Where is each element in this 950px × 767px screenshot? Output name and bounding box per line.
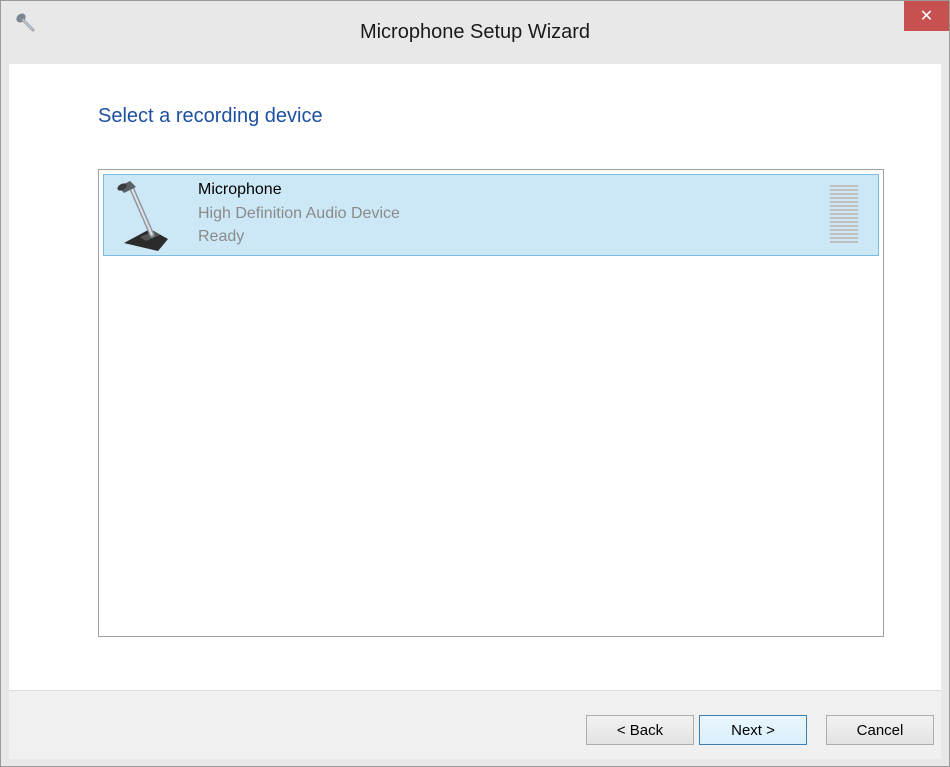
level-segment: [830, 237, 858, 239]
next-button[interactable]: Next >: [699, 715, 807, 745]
level-segment: [830, 189, 858, 191]
title-bar: Microphone Setup Wizard ✕: [1, 1, 949, 64]
level-segment: [830, 185, 858, 187]
wizard-window: Microphone Setup Wizard ✕ Select a recor…: [0, 0, 950, 767]
device-list-item[interactable]: Microphone High Definition Audio Device …: [103, 174, 879, 256]
back-button[interactable]: < Back: [586, 715, 694, 745]
close-button[interactable]: ✕: [904, 1, 949, 31]
level-segment: [830, 233, 858, 235]
cancel-button[interactable]: Cancel: [826, 715, 934, 745]
close-icon: ✕: [919, 8, 934, 25]
window-title: Microphone Setup Wizard: [359, 21, 591, 43]
level-segment: [830, 241, 858, 243]
level-segment: [830, 225, 858, 227]
level-segment: [830, 229, 858, 231]
level-segment: [830, 201, 858, 203]
desk-microphone-icon: [117, 181, 168, 251]
level-segment: [830, 217, 858, 219]
device-description: High Definition Audio Device: [198, 205, 400, 222]
page-heading: Select a recording device: [98, 105, 323, 127]
level-segment: [830, 209, 858, 211]
level-segment: [830, 213, 858, 215]
device-name: Microphone: [198, 181, 282, 198]
device-list[interactable]: Microphone High Definition Audio Device …: [98, 169, 884, 637]
device-status: Ready: [198, 228, 245, 245]
level-segment: [830, 221, 858, 223]
button-bar: < Back Next > Cancel: [9, 690, 941, 759]
wizard-content: Select a recording device Microphone Hig…: [9, 64, 941, 690]
audio-level-meter: [830, 185, 858, 245]
level-segment: [830, 193, 858, 195]
level-segment: [830, 197, 858, 199]
level-segment: [830, 205, 858, 207]
